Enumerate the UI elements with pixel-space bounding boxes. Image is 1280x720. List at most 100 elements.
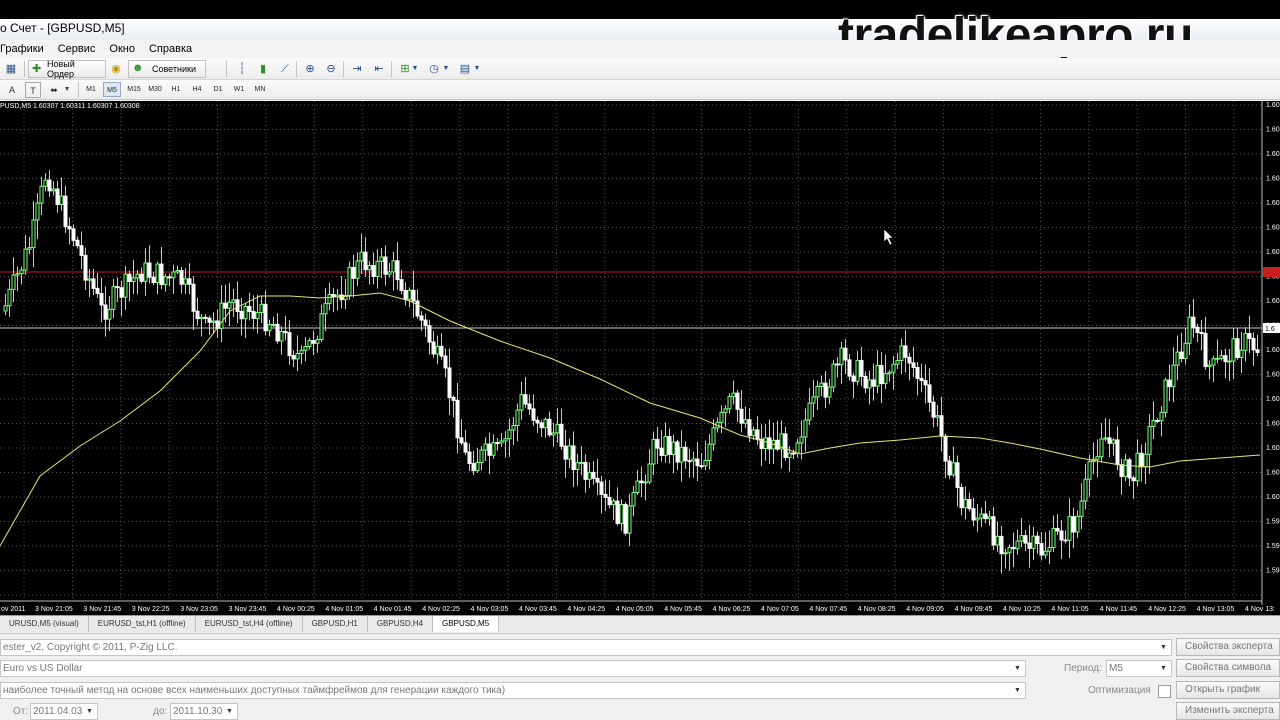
candle-body <box>1079 500 1084 517</box>
mouse-cursor-icon <box>883 228 894 246</box>
candle-body <box>723 408 728 413</box>
candlestick-icon[interactable]: ▮ <box>255 61 271 77</box>
chevron-down-icon[interactable]: ▼ <box>82 704 97 719</box>
chevron-down-icon[interactable]: ▼ <box>472 61 482 77</box>
candle-body <box>519 394 524 411</box>
text-tool-icon[interactable]: A <box>4 82 20 98</box>
candle-body <box>875 364 880 387</box>
candle-body <box>275 323 280 342</box>
tab-eurusd-m5-visual[interactable]: URUSD,M5 (visual) <box>0 616 89 632</box>
timeframe-h1[interactable]: H1 <box>167 82 185 97</box>
time-axis-label: 3 Nov 23:45 <box>229 606 267 613</box>
price-axis-label: 1.60 <box>1266 102 1280 109</box>
candle-body <box>223 302 228 309</box>
timeframe-m5[interactable]: M5 <box>103 82 121 97</box>
candle-body <box>243 305 248 320</box>
candle-body <box>995 535 1000 546</box>
candle-body <box>99 292 104 306</box>
chevron-down-icon[interactable]: ▼ <box>1010 661 1025 676</box>
candle-body <box>19 269 24 275</box>
tab-eurusd-tst-h4[interactable]: EURUSD_tst,H4 (offline) <box>196 616 303 632</box>
tab-eurusd-tst-h1[interactable]: EURUSD_tst,H1 (offline) <box>89 616 196 632</box>
expert-select[interactable]: ester_v2, Copyright © 2011, P-Zig LLC. ▼ <box>0 639 1172 656</box>
periods-icon[interactable]: ◷ <box>426 61 442 77</box>
candle-body <box>283 330 288 334</box>
candle-body <box>1155 419 1160 422</box>
open-chart-button[interactable]: Открыть график <box>1176 681 1280 699</box>
tab-gbpusd-h4[interactable]: GBPUSD,H4 <box>368 616 434 632</box>
menu-service[interactable]: Сервис <box>58 43 103 55</box>
candle-body <box>391 260 396 273</box>
timeframe-m15[interactable]: M15 <box>124 82 144 97</box>
zoom-in-icon[interactable]: ⊕ <box>302 61 318 77</box>
new-chart-icon[interactable]: ▦ <box>3 61 19 77</box>
price-chart[interactable]: 1.60 1.60 1.60 1.60 1.60 1.60 1.60 1.60 1.60 1.60… <box>0 101 1280 615</box>
period-select[interactable]: M5 ▼ <box>1106 660 1172 677</box>
menu-window[interactable]: Окно <box>109 43 142 55</box>
candle-body <box>35 202 40 221</box>
symbol-select[interactable]: Euro vs US Dollar ▼ <box>0 660 1026 677</box>
chevron-down-icon[interactable]: ▼ <box>222 704 237 719</box>
time-axis-label: 4 Nov 05:45 <box>664 606 702 613</box>
candle-body <box>891 363 896 373</box>
metaeditor-icon[interactable]: ◉ <box>108 61 124 77</box>
candle-body <box>1007 547 1012 554</box>
menu-help[interactable]: Справка <box>149 43 199 55</box>
candle-body <box>1251 337 1256 351</box>
candle-body <box>803 419 808 438</box>
from-date-picker[interactable]: 2011.04.03 ▼ <box>30 703 98 720</box>
chevron-down-icon[interactable]: ▼ <box>441 61 451 77</box>
bar-chart-icon[interactable]: ┆ <box>234 61 250 77</box>
to-date-picker[interactable]: 2011.10.30 ▼ <box>170 703 238 720</box>
timeframe-mn[interactable]: MN <box>251 82 269 97</box>
candle-body <box>367 265 372 271</box>
symbol-properties-button[interactable]: Свойства символа <box>1176 659 1280 677</box>
auto-scroll-icon[interactable]: ⇥ <box>349 61 365 77</box>
line-chart-icon[interactable]: ⟋ <box>277 61 293 77</box>
candle-body <box>15 273 20 276</box>
modify-expert-button[interactable]: Изменить эксперта <box>1176 702 1280 720</box>
candle-body <box>303 346 308 351</box>
candle-body <box>1151 419 1156 428</box>
tab-gbpusd-m5[interactable]: GBPUSD,M5 <box>433 616 500 632</box>
chevron-down-icon[interactable]: ▼ <box>1156 640 1171 655</box>
optimization-checkbox[interactable] <box>1158 685 1171 698</box>
candle-body <box>183 278 188 285</box>
candle-body <box>683 446 688 462</box>
candle-body <box>1215 357 1220 360</box>
timeframe-h4[interactable]: H4 <box>188 82 206 97</box>
new-order-button[interactable]: ✚ Новый Ордер <box>28 59 106 79</box>
templates-icon[interactable]: ▤ <box>457 61 473 77</box>
timeframe-d1[interactable]: D1 <box>209 82 227 97</box>
menu-bar: Графики Сервис Окно Справка <box>0 40 1280 57</box>
zoom-out-icon[interactable]: ⊖ <box>323 61 339 77</box>
candle-body <box>419 315 424 321</box>
chevron-down-icon[interactable]: ▼ <box>410 61 420 77</box>
price-axis-label: 1.60 <box>1266 421 1280 428</box>
time-axis-label: 4 Nov 03:05 <box>471 606 509 613</box>
to-date-label: до: <box>153 706 168 717</box>
candle-body <box>1131 477 1136 482</box>
model-select[interactable]: наиболее точный метод на основе всех наи… <box>0 682 1026 699</box>
arrows-tool-icon[interactable]: ⬌ <box>46 82 62 98</box>
text-label-tool-icon[interactable]: T <box>25 82 41 98</box>
timeframe-m1[interactable]: M1 <box>82 82 100 97</box>
candle-body <box>1143 453 1148 468</box>
time-axis-label: 4 Nov 05:05 <box>616 606 654 613</box>
timeframe-w1[interactable]: W1 <box>230 82 248 97</box>
candle-body <box>799 436 804 444</box>
tab-gbpusd-h1[interactable]: GBPUSD,H1 <box>303 616 368 632</box>
menu-charts[interactable]: Графики <box>0 43 51 55</box>
candle-body <box>747 419 752 437</box>
chevron-down-icon[interactable]: ▼ <box>62 82 72 98</box>
symbol-select-value: Euro vs US Dollar <box>3 663 83 674</box>
expert-properties-button[interactable]: Свойства эксперта <box>1176 638 1280 656</box>
candle-body <box>1043 550 1048 556</box>
chevron-down-icon[interactable]: ▼ <box>1156 661 1171 676</box>
candle-body <box>11 274 16 290</box>
chart-shift-icon[interactable]: ⇤ <box>371 61 387 77</box>
expert-advisors-button[interactable]: ☻ Советники <box>128 60 206 78</box>
chart-canvas[interactable]: 1.60 1.60 1.60 1.60 1.60 1.60 1.60 1.60 1.60 1.60… <box>0 101 1280 615</box>
chevron-down-icon[interactable]: ▼ <box>1010 683 1025 698</box>
timeframe-m30[interactable]: M30 <box>145 82 165 97</box>
